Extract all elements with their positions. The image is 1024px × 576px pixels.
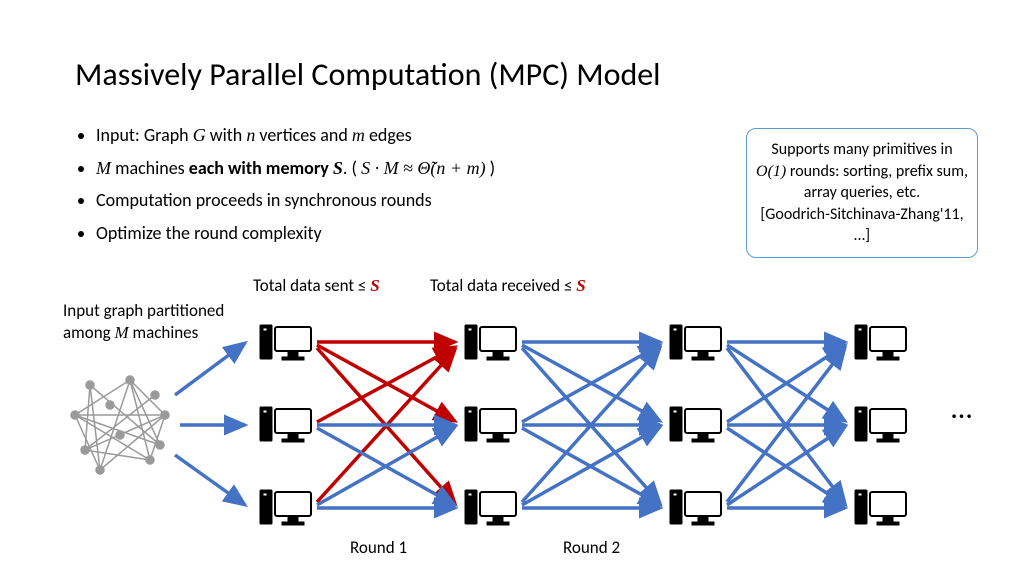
var-m: m	[352, 125, 365, 145]
data-recv-label: Total data received ≤ S	[430, 275, 586, 296]
callout-ref: [Goodrich-Sitchinava-Zhang'11, …]	[760, 205, 963, 246]
callout-o1: O(1)	[756, 163, 786, 180]
var-n: n	[246, 125, 255, 145]
slide-title: Massively Parallel Computation (MPC) Mod…	[75, 55, 661, 94]
bullet-3: Computation proceeds in synchronous roun…	[96, 185, 495, 216]
callout-line1b: rounds: sorting, prefix sum, array queri…	[786, 162, 968, 203]
mpc-diagram	[45, 295, 975, 555]
round-2-arrows	[522, 342, 660, 508]
round-3-arrows	[727, 342, 845, 508]
math-expr: S · M ≈ Θ̃(n + m)	[361, 158, 486, 178]
partition-arrows	[175, 343, 245, 505]
var-S-bold: S	[333, 158, 343, 178]
var-S-red: S	[370, 276, 379, 295]
text: Input: Graph	[96, 124, 193, 146]
text: edges	[365, 124, 412, 146]
text: machines	[111, 157, 189, 179]
round-1-arrows	[317, 342, 455, 508]
text: vertices and	[255, 124, 352, 146]
text: )	[486, 157, 496, 179]
var-S-red: S	[576, 276, 585, 295]
text: Total data sent ≤	[253, 275, 370, 296]
bold-text: each with memory	[189, 157, 333, 179]
bullet-4: Optimize the round complexity	[96, 218, 495, 249]
text: with	[206, 124, 247, 146]
input-graph-icon	[71, 376, 169, 474]
var-G: G	[193, 125, 206, 145]
var-M: M	[96, 158, 111, 178]
bullet-list: Input: Graph G with n vertices and m edg…	[78, 120, 495, 250]
text: . (	[343, 157, 361, 179]
bullet-2: M machines each with memory S. ( S · M ≈…	[96, 153, 495, 184]
callout-line1a: Supports many primitives in	[771, 140, 952, 159]
callout-box: Supports many primitives in O(1) rounds:…	[746, 128, 978, 258]
text: Total data received ≤	[430, 275, 576, 296]
bullet-1: Input: Graph G with n vertices and m edg…	[96, 120, 495, 151]
data-sent-label: Total data sent ≤ S	[253, 275, 380, 296]
